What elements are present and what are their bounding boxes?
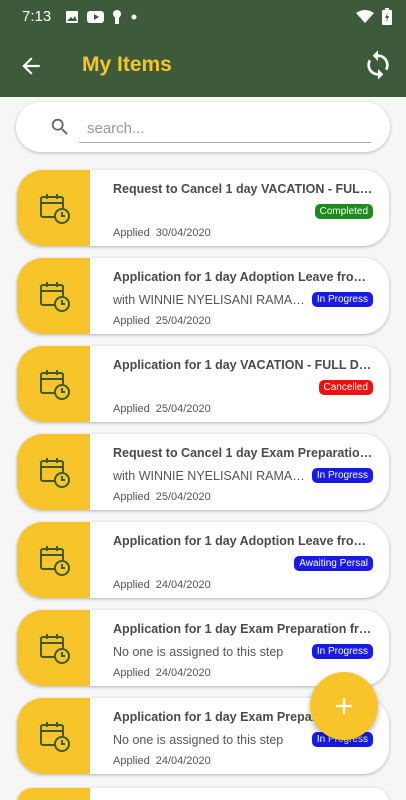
applied-label: Applied	[113, 227, 150, 239]
item-subtitle: with WINNIE NYELISANI RAMABULANA	[113, 293, 309, 307]
item-title: Application for 1 day VACATION - FULL DA…	[113, 358, 375, 372]
search-input[interactable]	[79, 111, 371, 143]
sync-icon	[367, 50, 389, 80]
calendar-clock-icon	[39, 546, 70, 576]
item-applied: Applied 30/04/2020	[113, 227, 211, 239]
status-badge: Awaiting Persal	[294, 556, 373, 571]
applied-label: Applied	[113, 315, 150, 327]
applied-label: Applied	[113, 579, 150, 591]
wifi-icon	[356, 9, 374, 23]
calendar-clock-icon	[39, 722, 70, 752]
item-title: Request to Cancel 1 day Exam Preparation…	[113, 446, 375, 460]
sync-button[interactable]	[362, 49, 394, 81]
item-applied: Applied 24/04/2020	[113, 755, 211, 767]
add-item-button[interactable]	[310, 672, 378, 740]
item-icon-block	[17, 170, 90, 246]
plus-icon	[335, 697, 353, 715]
item-icon-block	[17, 522, 90, 598]
applied-date: 30/04/2020	[155, 227, 211, 239]
youtube-icon	[87, 10, 105, 23]
status-badge: Completed	[314, 204, 373, 219]
calendar-clock-icon	[39, 194, 70, 224]
calendar-clock-icon	[39, 282, 70, 312]
search-box	[16, 102, 390, 152]
search-icon	[51, 118, 68, 135]
back-button[interactable]	[18, 53, 44, 79]
list-item[interactable]: Application for 1 day Adoption Leave fro…	[17, 522, 389, 598]
status-badge: In Progress	[311, 644, 373, 659]
status-badge: In Progress	[311, 468, 373, 483]
item-applied: Applied 25/04/2020	[113, 403, 211, 415]
applied-date: 24/04/2020	[155, 667, 211, 679]
applied-date: 24/04/2020	[155, 579, 211, 591]
calendar-clock-icon	[39, 370, 70, 400]
applied-label: Applied	[113, 403, 150, 415]
list-item[interactable]: Request to Cancel 1 day VACATION - FULL …	[17, 170, 389, 246]
applied-date: 25/04/2020	[155, 315, 211, 327]
arrow-left-icon	[22, 57, 40, 75]
dot-icon	[131, 14, 137, 19]
item-subtitle: No one is assigned to this step	[113, 645, 284, 659]
item-title: Application for 1 day Adoption Leave fro…	[113, 270, 375, 284]
list-item[interactable]: Request to Cancel 1 day Exam Preparation…	[17, 434, 389, 510]
battery-charging-icon	[382, 8, 392, 25]
applied-date: 25/04/2020	[155, 403, 211, 415]
status-time: 7:13	[22, 8, 52, 25]
app-bar: My Items	[0, 33, 406, 97]
applied-label: Applied	[113, 491, 150, 503]
applied-label: Applied	[113, 755, 150, 767]
calendar-clock-icon	[39, 634, 70, 664]
status-bar: 7:13	[0, 0, 406, 33]
item-subtitle: No one is assigned to this step	[113, 733, 284, 747]
item-applied: Applied 24/04/2020	[113, 667, 211, 679]
applied-date: 25/04/2020	[155, 491, 211, 503]
item-icon-block	[17, 610, 90, 686]
item-icon-block	[17, 346, 90, 422]
applied-label: Applied	[113, 667, 150, 679]
keyhole-icon	[113, 9, 122, 24]
page-title: My Items	[82, 53, 172, 76]
image-icon	[66, 10, 79, 23]
item-icon-block	[17, 258, 90, 334]
calendar-clock-icon	[39, 458, 70, 488]
item-applied: Applied 24/04/2020	[113, 579, 211, 591]
item-applied: Applied 25/04/2020	[113, 491, 211, 503]
item-title: Request to Cancel 1 day VACATION - FULL …	[113, 182, 375, 196]
item-subtitle: with WINNIE NYELISANI RAMABULANA	[113, 469, 309, 483]
item-icon-block	[17, 698, 90, 774]
item-title: Application for 1 day Exam Preparation f…	[113, 622, 375, 636]
status-badge: In Progress	[311, 292, 373, 307]
item-title: Application for 1 day Adoption Leave fro…	[113, 534, 375, 548]
item-applied: Applied 25/04/2020	[113, 315, 211, 327]
item-icon-block	[17, 434, 90, 510]
list-item[interactable]: Application for 1 day Adoption Leave fro…	[17, 258, 389, 334]
status-badge: Cancelled	[318, 380, 373, 395]
list-item[interactable]: Application for 1 day VACATION - FULL DA…	[17, 346, 389, 422]
list-item-partial[interactable]	[17, 788, 389, 800]
applied-date: 24/04/2020	[155, 755, 211, 767]
